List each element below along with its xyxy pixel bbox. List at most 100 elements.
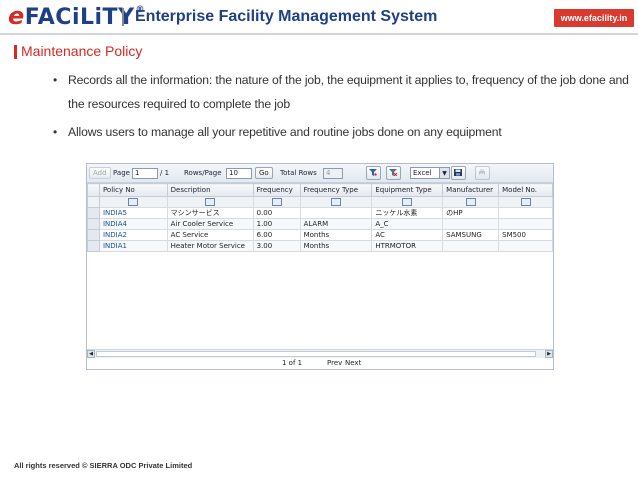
frequency-cell: 1.00 [252, 218, 301, 230]
column-filter-cell [498, 196, 553, 208]
policy-no-cell[interactable]: INDIA2 [98, 229, 168, 241]
row-header [87, 229, 100, 241]
scrollbar-thumb[interactable] [96, 351, 536, 357]
model-no-cell [498, 218, 553, 230]
export-format-value: Excel [413, 169, 432, 177]
copyright-footer: All rights reserved © SIERRA ODC Private… [14, 461, 193, 470]
frequency-cell: 0.00 [252, 207, 301, 219]
table-row[interactable]: INDIA2 AC Service 6.00 Months AC SAMSUNG… [87, 229, 553, 241]
description-cell: Heater Motor Service [166, 240, 254, 252]
filter-row [87, 196, 553, 208]
column-filter-icon[interactable] [402, 198, 413, 206]
row-header [87, 240, 100, 252]
rows-per-page-input[interactable]: 10 [226, 167, 252, 179]
header-bar: e FACiLiTY ® Enterprise Facility Managemen… [0, 0, 638, 34]
manufacturer-cell: SAMSUNG [442, 229, 500, 241]
row-header-corner [87, 183, 100, 197]
equipment-type-cell: AC [371, 229, 444, 241]
column-filter-icon[interactable] [205, 198, 216, 206]
equipment-type-cell: HTRMOTOR [371, 240, 444, 252]
column-filter-icon[interactable] [465, 198, 476, 206]
manufacturer-cell: のHP [442, 207, 500, 219]
description-cell: AC Service [166, 229, 254, 241]
equipment-type-cell: A_C [371, 218, 444, 230]
efacility-logo: e FACiLiTY ® [8, 2, 145, 30]
row-header [87, 218, 100, 230]
total-rows-label: Total Rows [280, 169, 317, 177]
column-filter-cell [299, 196, 373, 208]
bullet-text: Records all the information: the nature … [68, 73, 629, 87]
column-filter-icon[interactable] [330, 198, 341, 206]
column-header[interactable]: Description [166, 183, 254, 197]
maintenance-policy-grid: Add Page 1 / 1 Rows/Page 10 Go Total Row… [86, 163, 554, 370]
description-cell: マシンサービス [166, 207, 254, 219]
frequency-type-cell [299, 207, 373, 219]
manufacturer-cell [442, 218, 500, 230]
model-no-cell [498, 240, 553, 252]
policy-no-cell[interactable]: INDIA5 [98, 207, 168, 219]
column-header[interactable]: Frequency Type [299, 183, 373, 197]
save-icon[interactable] [451, 166, 466, 180]
scroll-right-icon[interactable]: ▶ [545, 350, 553, 358]
column-header[interactable]: Policy No [98, 183, 168, 197]
table-row[interactable]: INDIA4 Air Cooler Service 1.00 ALARM A_C [87, 218, 553, 230]
logo-e: e [8, 2, 25, 30]
row-header [87, 207, 100, 219]
model-no-cell [498, 207, 553, 219]
add-button[interactable]: Add [89, 167, 111, 179]
column-header[interactable]: Manufacturer [442, 183, 500, 197]
section-marker [14, 45, 17, 59]
clear-filter-icon[interactable] [386, 166, 401, 180]
row-header [87, 196, 100, 208]
column-filter-cell [98, 196, 168, 208]
column-header[interactable]: Equipment Type [371, 183, 444, 197]
chevron-down-icon: ▼ [439, 168, 449, 178]
scroll-left-icon[interactable]: ◀ [87, 350, 95, 358]
column-filter-icon[interactable] [520, 198, 531, 206]
policy-no-cell[interactable]: INDIA4 [98, 218, 168, 230]
filter-icon[interactable] [366, 166, 381, 180]
bullet-text-continued: the resources required to complete the j… [68, 97, 291, 111]
export-format-select[interactable]: Excel ▼ [410, 167, 450, 179]
frequency-type-cell: ALARM [299, 218, 373, 230]
column-filter-cell [252, 196, 301, 208]
column-filter-icon[interactable] [271, 198, 282, 206]
description-cell: Air Cooler Service [166, 218, 254, 230]
go-button[interactable]: Go [255, 167, 273, 179]
column-filter-cell [371, 196, 444, 208]
policy-no-cell[interactable]: INDIA1 [98, 240, 168, 252]
page-total: / 1 [160, 169, 170, 177]
table-header-row: Policy No Description Frequency Frequenc… [87, 183, 553, 197]
column-filter-icon[interactable] [128, 198, 139, 206]
prev-link[interactable]: Prev [327, 359, 342, 367]
page-input[interactable]: 1 [132, 167, 158, 179]
system-title: Enterprise Facility Management System [135, 8, 438, 25]
total-rows-value: 4 [323, 167, 343, 179]
print-icon[interactable] [475, 166, 490, 180]
column-header[interactable]: Frequency [252, 183, 301, 197]
header-divider [122, 8, 124, 26]
column-filter-cell [166, 196, 254, 208]
page-label: Page [113, 169, 130, 177]
equipment-type-cell: ニッケル水素 [371, 207, 444, 219]
bullet-dot: • [53, 73, 58, 87]
header-underline [0, 33, 638, 35]
logo-text: FACiLiTY [24, 5, 135, 30]
rows-per-page-label: Rows/Page [184, 169, 222, 177]
pager: 1 of 1 Prev Next [87, 358, 553, 369]
manufacturer-cell [442, 240, 500, 252]
table-row[interactable]: INDIA5 マシンサービス 0.00 ニッケル水素 のHP [87, 207, 553, 219]
frequency-cell: 6.00 [252, 229, 301, 241]
model-no-cell: SM500 [498, 229, 553, 241]
page-info: 1 of 1 [282, 359, 303, 367]
frequency-type-cell: Months [299, 229, 373, 241]
bullet-text: Allows users to manage all your repetiti… [68, 125, 502, 139]
website-badge[interactable]: www.efacility.in [554, 9, 634, 27]
section-title: Maintenance Policy [21, 43, 143, 59]
frequency-type-cell: Months [299, 240, 373, 252]
bullet-dot: • [53, 125, 58, 139]
table-row[interactable]: INDIA1 Heater Motor Service 3.00 Months … [87, 240, 553, 252]
horizontal-scrollbar[interactable]: ◀ ▶ [87, 349, 553, 358]
column-header[interactable]: Model No. [498, 183, 553, 197]
next-link[interactable]: Next [345, 359, 361, 367]
